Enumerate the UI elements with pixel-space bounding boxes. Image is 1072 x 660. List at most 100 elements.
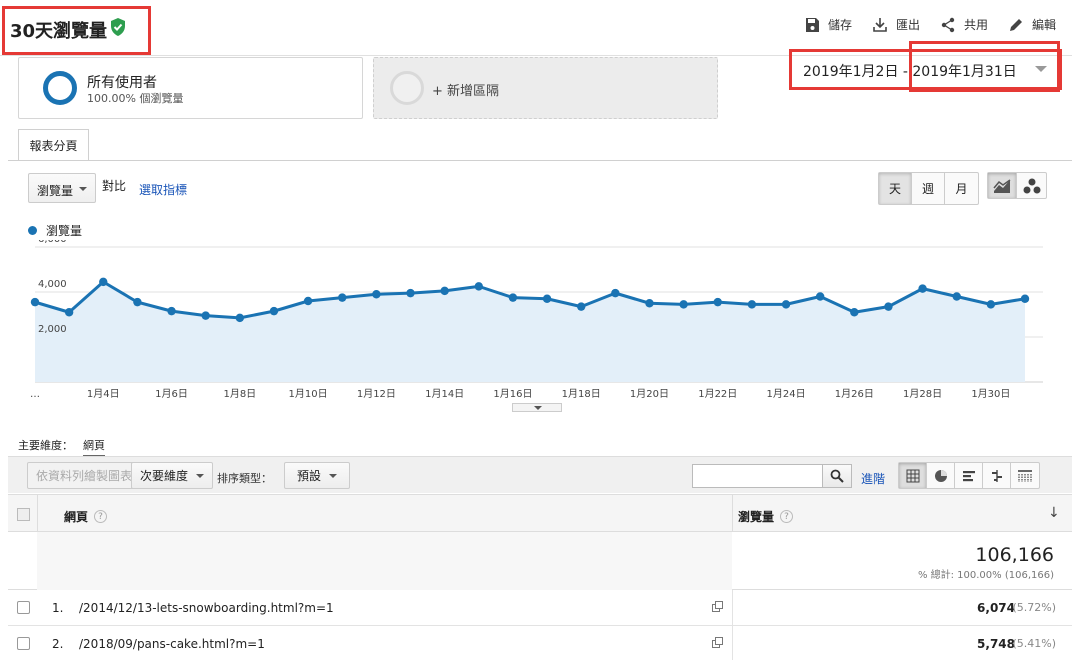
line-chart-icon (993, 178, 1011, 193)
y-tick-label: 4,000 (38, 279, 67, 290)
grid-icon (906, 469, 919, 482)
add-segment-button[interactable]: + 新增區隔 (373, 57, 718, 119)
export-button[interactable]: 匯出 (872, 16, 920, 33)
comparison-button[interactable] (983, 463, 1011, 488)
column-divider (732, 590, 733, 626)
column-header-pageviews[interactable]: 瀏覽量 ? (738, 508, 794, 525)
x-tick-label: 1月6日 (155, 388, 188, 400)
save-button[interactable]: 儲存 (804, 16, 852, 33)
data-point (440, 286, 449, 296)
row-pageviews: 6,074 (977, 601, 1015, 615)
pivot-table-button[interactable] (1011, 463, 1039, 488)
period-day-button[interactable]: 天 (879, 173, 912, 204)
data-point (167, 306, 176, 316)
secondary-dimension-select[interactable]: 次要維度 (131, 462, 214, 489)
data-point (303, 296, 313, 306)
data-point (850, 308, 859, 317)
comparison-icon (991, 469, 1002, 482)
x-tick-label: 1月20日 (630, 388, 669, 400)
total-pageviews: 106,166 (975, 544, 1054, 566)
period-month-button[interactable]: 月 (945, 173, 978, 204)
data-point (372, 290, 381, 299)
row-page-link[interactable]: /2018/09/pans-cake.html?m=1 (79, 637, 265, 651)
data-point (986, 300, 996, 309)
line-chart-button[interactable] (988, 173, 1017, 198)
row-percentage: (5.72%) (1012, 601, 1056, 614)
segment-name: 所有使用者 (87, 75, 157, 91)
header-actions: 儲存 匯出 共用 編輯 (804, 16, 1056, 33)
table-search-input[interactable] (692, 464, 823, 488)
performance-bar-button[interactable] (955, 463, 983, 488)
column-header-page-label: 網頁 (64, 510, 89, 524)
sort-type-select[interactable]: 預設 (284, 462, 351, 489)
data-point (133, 297, 142, 307)
chart-collapse-handle[interactable] (512, 403, 562, 412)
save-icon (805, 17, 819, 32)
data-point (645, 299, 654, 308)
x-tick-label: 1月14日 (425, 388, 464, 400)
data-table-button[interactable] (899, 463, 927, 488)
share-label: 共用 (963, 18, 988, 32)
data-point (611, 288, 620, 298)
motion-chart-button[interactable] (1017, 173, 1046, 198)
chart-type-toggle (987, 172, 1047, 199)
compare-label: 對比 (102, 179, 127, 193)
row-page-link[interactable]: /2014/12/13-lets-snowboarding.html?m=1 (79, 601, 334, 615)
period-toggle: 天 週 月 (878, 172, 979, 205)
pie-chart-button[interactable] (927, 463, 955, 488)
data-point (918, 284, 927, 293)
row-checkbox[interactable] (17, 601, 30, 614)
x-tick-label: 1月24日 (766, 388, 805, 400)
report-title: 30天瀏覽量 (10, 21, 108, 42)
data-point (713, 297, 722, 307)
segment-ring-icon (43, 71, 77, 105)
data-point (1020, 294, 1030, 303)
data-point (64, 308, 74, 317)
pick-metric-link[interactable]: 選取指標 (139, 181, 187, 198)
table-row: 2. /2018/09/pans-cake.html?m=1 5,748 (5.… (8, 626, 1072, 660)
column-header-pageviews-label: 瀏覽量 (738, 510, 775, 524)
x-tick-label: 1月4日 (87, 388, 120, 400)
data-point (201, 311, 210, 320)
select-all-checkbox[interactable] (17, 508, 30, 521)
search-button[interactable] (823, 464, 852, 488)
plot-rows-button[interactable]: 依資料列繪製圖表 (27, 462, 142, 489)
data-point (542, 294, 552, 303)
add-segment-label: + 新增區隔 (432, 84, 500, 99)
period-week-button[interactable]: 週 (912, 173, 945, 204)
sort-type-value: 預設 (297, 469, 322, 483)
data-point (30, 297, 40, 307)
data-point (952, 292, 961, 301)
edit-button[interactable]: 編輯 (1008, 16, 1056, 33)
total-row-spacer (37, 532, 732, 590)
dimension-page[interactable]: 網頁 (83, 437, 105, 457)
external-link-icon[interactable] (712, 637, 723, 648)
tab-report[interactable]: 報表分頁 (18, 129, 89, 161)
bar-list-icon (962, 470, 975, 481)
share-button[interactable]: 共用 (940, 16, 988, 33)
column-header-page[interactable]: 網頁 ? (64, 508, 108, 525)
share-icon (941, 17, 955, 32)
data-point (577, 302, 586, 311)
search-icon (830, 469, 844, 483)
total-percentage: % 總計: 100.00% (106,166) (917, 570, 1054, 581)
pivot-icon (1018, 469, 1032, 482)
x-tick-label: 1月12日 (357, 388, 396, 400)
sort-descending-icon[interactable]: ↓ (1048, 505, 1060, 521)
column-divider (37, 495, 38, 533)
empty-segment-ring-icon (390, 71, 424, 105)
data-point (815, 292, 825, 301)
data-point (99, 277, 108, 287)
data-point (269, 306, 279, 316)
x-tick-label: 1月30日 (971, 388, 1010, 400)
metric-select[interactable]: 瀏覽量 (28, 173, 96, 203)
tab-divider (8, 160, 1072, 161)
segment-all-users[interactable]: 所有使用者 100.00% 個瀏覽量 (18, 57, 363, 119)
help-icon[interactable]: ? (780, 510, 794, 523)
x-tick-label: 1月8日 (223, 388, 256, 400)
advanced-filter-link[interactable]: 進階 (861, 470, 885, 487)
row-checkbox[interactable] (17, 637, 30, 650)
external-link-icon[interactable] (712, 601, 723, 612)
help-icon[interactable]: ? (94, 510, 108, 523)
data-point (508, 293, 518, 302)
